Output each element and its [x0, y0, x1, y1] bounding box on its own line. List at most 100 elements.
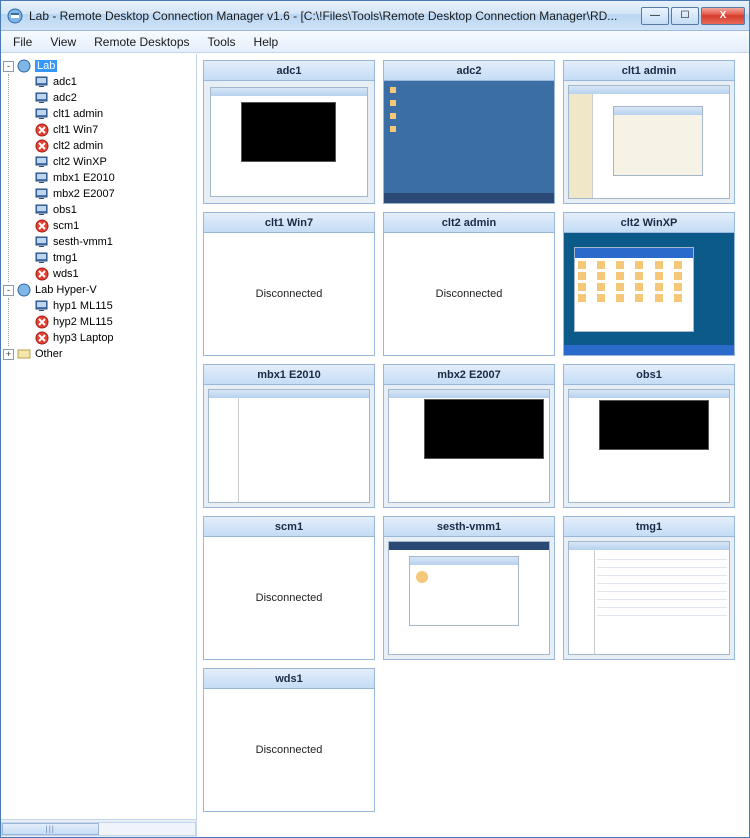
- tree-server-item[interactable]: adc1: [13, 74, 194, 90]
- thumbnail-title[interactable]: clt2 admin: [384, 213, 554, 233]
- tree-server-item[interactable]: mbx2 E2007: [13, 186, 194, 202]
- thumbnail-preview[interactable]: Disconnected: [204, 689, 374, 811]
- thumbnail-preview[interactable]: [384, 385, 554, 507]
- tree-horizontal-scrollbar[interactable]: |||: [1, 819, 196, 837]
- tree-server-item[interactable]: hyp3 Laptop: [13, 330, 194, 346]
- expander-icon[interactable]: -: [3, 285, 14, 296]
- tree-server-label: mbx2 E2007: [53, 188, 115, 200]
- minimize-button[interactable]: —: [641, 7, 669, 25]
- thumbnail-card[interactable]: scm1Disconnected: [203, 516, 375, 660]
- thumbnail-preview[interactable]: [384, 537, 554, 659]
- app-window: Lab - Remote Desktop Connection Manager …: [0, 0, 750, 838]
- tree-server-item[interactable]: clt1 admin: [13, 106, 194, 122]
- tree-server-item[interactable]: hyp1 ML115: [13, 298, 194, 314]
- disconnected-icon: [34, 139, 50, 153]
- thumbnail-card[interactable]: sesth-vmm1: [383, 516, 555, 660]
- thumbnail-preview[interactable]: [564, 81, 734, 203]
- menu-tools[interactable]: Tools: [200, 33, 244, 51]
- expander-icon[interactable]: +: [3, 349, 14, 360]
- thumbnail-title[interactable]: obs1: [564, 365, 734, 385]
- tree-server-item[interactable]: hyp2 ML115: [13, 314, 194, 330]
- thumbnail-title[interactable]: adc2: [384, 61, 554, 81]
- thumbnail-card[interactable]: tmg1: [563, 516, 735, 660]
- server-tree[interactable]: - Lab adc1 adc2 clt1 admin clt1 Win7 clt2 ad…: [1, 54, 196, 819]
- thumbnail-preview[interactable]: Disconnected: [204, 537, 374, 659]
- tree-group-other[interactable]: + Other: [3, 346, 194, 362]
- menu-file[interactable]: File: [5, 33, 40, 51]
- thumbnail-title[interactable]: adc1: [204, 61, 374, 81]
- scrollbar-grip-icon: |||: [46, 824, 55, 833]
- thumbnail-preview[interactable]: [204, 81, 374, 203]
- titlebar[interactable]: Lab - Remote Desktop Connection Manager …: [1, 1, 749, 31]
- thumbnail-card[interactable]: clt2 WinXP: [563, 212, 735, 356]
- close-button[interactable]: X: [701, 7, 745, 25]
- tree-group-label: Other: [35, 348, 63, 360]
- tree-server-label: clt1 Win7: [53, 124, 98, 136]
- expander-icon[interactable]: -: [3, 61, 14, 72]
- disconnected-label: Disconnected: [256, 744, 323, 756]
- tree-server-item[interactable]: sesth-vmm1: [13, 234, 194, 250]
- thumbnail-title[interactable]: mbx2 E2007: [384, 365, 554, 385]
- thumbnail-card[interactable]: clt2 adminDisconnected: [383, 212, 555, 356]
- thumbnail-card[interactable]: wds1 Disconnected: [203, 668, 375, 812]
- tree-server-item[interactable]: wds1: [13, 266, 194, 282]
- tree-server-item[interactable]: tmg1: [13, 250, 194, 266]
- thumbnail-preview[interactable]: [384, 81, 554, 203]
- group-icon: [16, 347, 32, 361]
- tree-server-item[interactable]: adc2: [13, 90, 194, 106]
- thumbnail-title[interactable]: tmg1: [564, 517, 734, 537]
- thumbnail-title[interactable]: wds1: [204, 669, 374, 689]
- tree-server-item[interactable]: mbx1 E2010: [13, 170, 194, 186]
- server-icon: [34, 235, 50, 249]
- disconnected-icon: [34, 219, 50, 233]
- tree-server-label: tmg1: [53, 252, 77, 264]
- tree-server-label: adc1: [53, 76, 77, 88]
- tree-server-label: hyp2 ML115: [53, 316, 113, 328]
- thumbnail-title[interactable]: clt1 Win7: [204, 213, 374, 233]
- tree-server-item[interactable]: clt1 Win7: [13, 122, 194, 138]
- thumbnail-title[interactable]: mbx1 E2010: [204, 365, 374, 385]
- tree-server-label: hyp1 ML115: [53, 300, 113, 312]
- tree-panel: - Lab adc1 adc2 clt1 admin clt1 Win7 clt2 ad…: [1, 54, 197, 837]
- menu-help[interactable]: Help: [246, 33, 287, 51]
- tree-server-item[interactable]: scm1: [13, 218, 194, 234]
- thumbnail-preview[interactable]: Disconnected: [204, 233, 374, 355]
- thumbnail-card[interactable]: adc1: [203, 60, 375, 204]
- thumbnail-card[interactable]: clt1 admin: [563, 60, 735, 204]
- thumbnail-preview[interactable]: Disconnected: [384, 233, 554, 355]
- maximize-button[interactable]: ☐: [671, 7, 699, 25]
- tree-server-label: sesth-vmm1: [53, 236, 113, 248]
- thumbnail-card[interactable]: mbx2 E2007: [383, 364, 555, 508]
- tree-server-item[interactable]: clt2 admin: [13, 138, 194, 154]
- thumbnail-title[interactable]: clt2 WinXP: [564, 213, 734, 233]
- thumbnail-title[interactable]: scm1: [204, 517, 374, 537]
- thumbnail-card[interactable]: clt1 Win7 Disconnected: [203, 212, 375, 356]
- window-controls: — ☐ X: [641, 7, 745, 25]
- server-icon: [34, 75, 50, 89]
- thumbnail-preview[interactable]: [564, 385, 734, 507]
- tree-server-label: obs1: [53, 204, 77, 216]
- tree-server-label: clt2 WinXP: [53, 156, 107, 168]
- tree-server-label: hyp3 Laptop: [53, 332, 114, 344]
- thumbnail-area[interactable]: adc1adc2clt1 adminclt1 Win7Disconnectedc…: [197, 54, 749, 837]
- thumbnail-preview[interactable]: [564, 537, 734, 659]
- thumbnail-card[interactable]: adc2: [383, 60, 555, 204]
- tree-server-item[interactable]: clt2 WinXP: [13, 154, 194, 170]
- server-icon: [34, 155, 50, 169]
- thumbnail-title[interactable]: sesth-vmm1: [384, 517, 554, 537]
- thumbnail-preview[interactable]: [564, 233, 734, 355]
- menu-remote-desktops[interactable]: Remote Desktops: [86, 33, 197, 51]
- tree-group-lab[interactable]: - Lab: [3, 58, 194, 74]
- tree-group-hyperv[interactable]: - Lab Hyper-V: [3, 282, 194, 298]
- tree-server-label: wds1: [53, 268, 79, 280]
- disconnected-label: Disconnected: [256, 288, 323, 300]
- thumbnail-card[interactable]: mbx1 E2010: [203, 364, 375, 508]
- app-icon: [7, 8, 23, 24]
- thumbnail-title[interactable]: clt1 admin: [564, 61, 734, 81]
- menu-view[interactable]: View: [42, 33, 84, 51]
- thumbnail-preview[interactable]: [204, 385, 374, 507]
- thumbnail-card[interactable]: obs1: [563, 364, 735, 508]
- disconnected-icon: [34, 123, 50, 137]
- tree-server-item[interactable]: obs1: [13, 202, 194, 218]
- tree-server-label: clt1 admin: [53, 108, 103, 120]
